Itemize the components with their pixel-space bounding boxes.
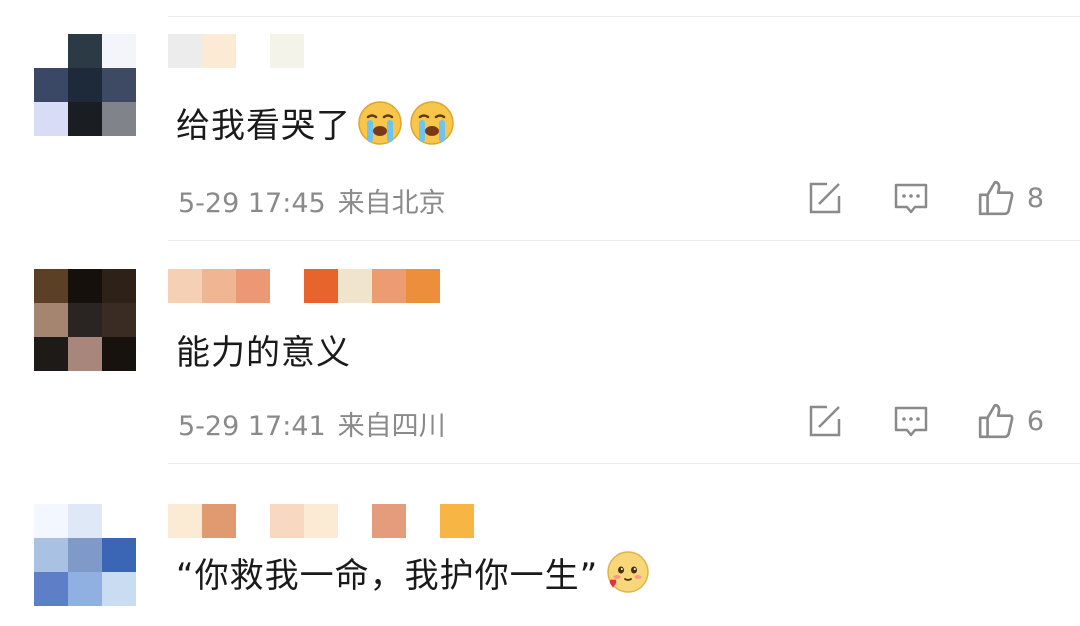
avatar-pixel: [34, 572, 68, 606]
username[interactable]: [168, 269, 440, 303]
username-pixel: [236, 34, 270, 68]
avatar-pixel: [102, 538, 136, 572]
username[interactable]: [168, 504, 474, 538]
username-pixel: [168, 34, 202, 68]
like-button[interactable]: 8: [977, 179, 1044, 217]
share-icon: [809, 405, 841, 437]
avatar-pixel: [102, 303, 136, 337]
crying-emoji-icon: [358, 100, 402, 145]
comment-icon: [894, 406, 928, 437]
avatar-pixel: [34, 68, 68, 102]
avatar-pixel: [102, 34, 136, 68]
blushing-heart-emoji-icon: [607, 550, 649, 593]
username-pixel: [202, 34, 236, 68]
comment-time: 5-29 17:41: [178, 411, 326, 442]
username-pixel: [270, 269, 304, 303]
comment-location: 来自四川: [337, 411, 446, 442]
username-pixel: [372, 504, 406, 538]
username-pixel: [440, 504, 474, 538]
comment-icon: [894, 183, 928, 214]
avatar-pixel: [34, 538, 68, 572]
username-pixel: [304, 504, 338, 538]
comment-list: 给我看哭了 5-29 17:45 来自北京 8 能力的意义 5-29 17:41…: [0, 0, 1080, 626]
share-button[interactable]: [805, 401, 845, 441]
comment-text: “你救我一命，我护你一生”: [176, 548, 650, 597]
avatar-pixel: [102, 269, 136, 303]
comment-meta: 5-29 17:41 来自四川: [178, 404, 446, 443]
avatar-pixel: [68, 504, 102, 538]
reply-button[interactable]: [891, 401, 931, 441]
like-count: 8: [1026, 182, 1044, 214]
username-pixel: [338, 269, 372, 303]
avatar-pixel: [34, 303, 68, 337]
avatar-pixel: [34, 504, 68, 538]
avatar-pixel: [68, 68, 102, 102]
avatar-pixel: [34, 337, 68, 371]
share-button[interactable]: [805, 178, 845, 218]
reply-button[interactable]: [891, 178, 931, 218]
username-pixel: [236, 504, 270, 538]
like-count: 6: [1026, 405, 1044, 437]
comment-meta: 5-29 17:45 来自北京: [178, 181, 446, 220]
avatar-pixel: [68, 34, 102, 68]
avatar-pixel: [34, 34, 68, 68]
share-icon: [809, 182, 841, 214]
avatar-pixel: [68, 572, 102, 606]
comment-text: 能力的意义: [176, 325, 351, 374]
comment-time: 5-29 17:45: [178, 188, 326, 219]
comment-body: 给我看哭了: [176, 106, 351, 146]
avatar[interactable]: [34, 34, 136, 136]
username-pixel: [304, 269, 338, 303]
comment-text: 给我看哭了: [176, 98, 455, 147]
crying-emoji-icon: [410, 100, 454, 145]
avatar[interactable]: [34, 504, 136, 606]
username-pixel: [202, 269, 236, 303]
comment-item: 给我看哭了 5-29 17:45 来自北京 8: [0, 0, 1080, 241]
username-pixel: [168, 269, 202, 303]
comment-body: “你救我一命，我护你一生”: [176, 556, 599, 596]
avatar[interactable]: [34, 269, 136, 371]
username-pixel: [406, 269, 440, 303]
comment-item: 能力的意义 5-29 17:41 来自四川 6: [0, 241, 1080, 464]
username-pixel: [338, 504, 372, 538]
avatar-pixel: [102, 337, 136, 371]
avatar-pixel: [68, 337, 102, 371]
comment-actions: 8: [805, 178, 1044, 218]
username[interactable]: [168, 34, 304, 68]
comment-body: 能力的意义: [176, 333, 351, 373]
username-pixel: [168, 504, 202, 538]
like-button[interactable]: 6: [977, 402, 1044, 440]
username-pixel: [270, 34, 304, 68]
avatar-pixel: [34, 269, 68, 303]
avatar-pixel: [102, 572, 136, 606]
username-pixel: [270, 504, 304, 538]
username-pixel: [202, 504, 236, 538]
avatar-pixel: [68, 102, 102, 136]
avatar-pixel: [34, 102, 68, 136]
avatar-pixel: [68, 303, 102, 337]
comment-actions: 6: [805, 401, 1044, 441]
avatar-pixel: [102, 504, 136, 538]
thumbs-up-icon: [978, 180, 1014, 216]
username-pixel: [372, 269, 406, 303]
comment-location: 来自北京: [337, 188, 446, 219]
avatar-pixel: [68, 269, 102, 303]
avatar-pixel: [102, 68, 136, 102]
username-pixel: [406, 504, 440, 538]
avatar-pixel: [68, 538, 102, 572]
comment-item: “你救我一命，我护你一生”: [0, 464, 1080, 626]
thumbs-up-icon: [978, 403, 1014, 439]
avatar-pixel: [102, 102, 136, 136]
username-pixel: [236, 269, 270, 303]
